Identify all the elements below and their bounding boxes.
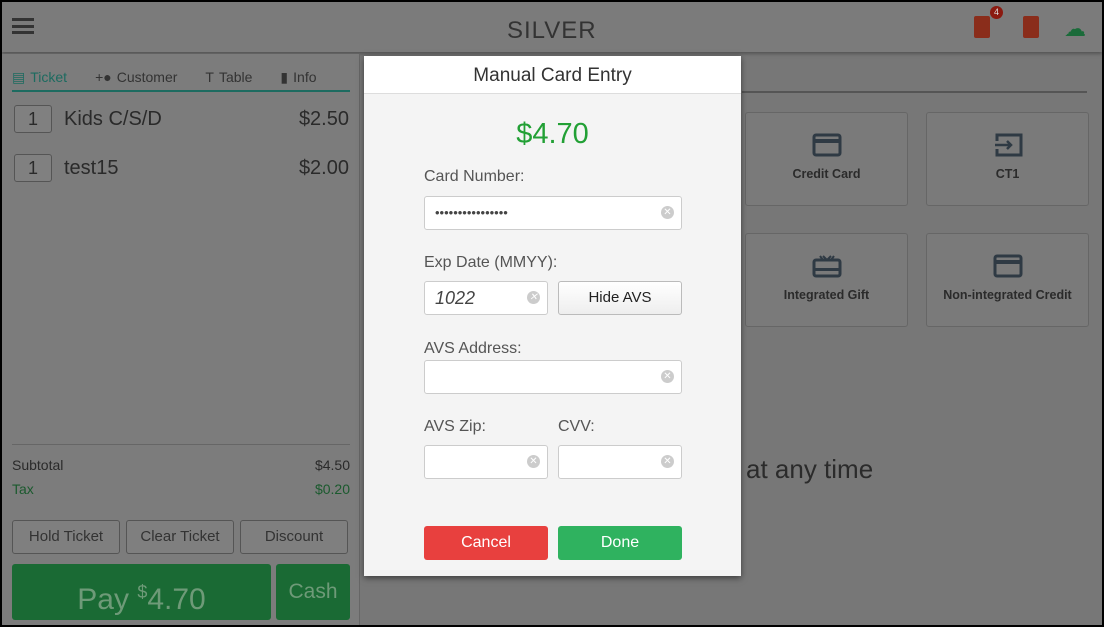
item-name: Kids C/S/D [64,107,162,130]
payment-tile-ct1[interactable]: CT1 [926,112,1089,206]
cancel-button[interactable]: Cancel [424,526,548,560]
top-bar: SILVER 4 ☁ [2,2,1102,52]
avs-address-input[interactable]: ✕ [424,360,682,394]
exp-date-label: Exp Date (MMYY): [424,254,558,271]
item-qty[interactable]: 1 [14,154,52,182]
pos-screen: SILVER 4 ☁ ▤ Ticket +● Customer T Table ▮ In… [2,2,1102,625]
avs-address-label: AVS Address: [424,340,522,357]
tab-label: Customer [116,69,178,85]
info-doc-icon: ▮ [280,68,289,85]
download-icon[interactable] [1023,16,1039,38]
cash-button[interactable]: Cash [276,564,350,620]
cvv-label: CVV: [558,418,595,435]
item-name: test15 [64,156,119,179]
tab-label: Info [293,69,317,85]
subtotal-label: Subtotal [12,457,64,473]
tab-customer[interactable]: +● Customer [95,64,177,90]
tile-label: Credit Card [792,167,861,181]
notification-badge: 4 [990,6,1003,19]
tile-label: Non-integrated Credit [943,288,1072,302]
hold-ticket-button[interactable]: Hold Ticket [12,520,120,554]
ticket-tabs: ▤ Ticket +● Customer T Table ▮ Info [12,64,350,92]
cvv-input[interactable]: ✕ [558,445,682,479]
tab-info[interactable]: ▮ Info [280,64,316,90]
clear-icon[interactable]: ✕ [527,455,540,468]
tab-table[interactable]: T Table [205,64,252,90]
discount-button[interactable]: Discount [240,520,348,554]
avs-zip-input[interactable]: ✕ [424,445,548,479]
amount-due: $4.70 [516,118,589,150]
tab-ticket[interactable]: ▤ Ticket [12,64,67,90]
manual-card-entry-dialog: Manual Card Entry $4.70 Card Number: •••… [364,56,741,576]
card-number-label: Card Number: [424,168,525,185]
payment-tile-credit-card[interactable]: Credit Card [745,112,908,206]
payment-tile-integrated-gift[interactable]: Integrated Gift [745,233,908,327]
pay-currency: $ [137,582,148,602]
tile-label: CT1 [995,167,1020,181]
pay-label: Pay [77,583,129,616]
item-qty[interactable]: 1 [14,105,52,133]
tile-label: Integrated Gift [783,288,870,302]
hide-avs-button[interactable]: Hide AVS [558,281,682,315]
clear-icon[interactable]: ✕ [661,455,674,468]
clear-icon[interactable]: ✕ [527,291,540,304]
card-reader-icon [994,133,1022,157]
tab-label: Table [218,69,253,85]
ticket-icon: ▤ [12,68,26,85]
tab-label: Ticket [30,69,68,85]
card-number-value: •••••••••••••••• [435,205,508,220]
menu-icon[interactable] [12,18,34,34]
card-number-input[interactable]: •••••••••••••••• ✕ [424,196,682,230]
add-person-icon: +● [95,69,112,85]
ticket-panel: ▤ Ticket +● Customer T Table ▮ Info 1 Kids C/… [2,54,360,625]
gift-card-icon [812,255,841,278]
totals: Subtotal $4.50 Tax $0.20 [12,444,350,505]
pay-amount: 4.70 [147,583,206,616]
dialog-title: Manual Card Entry [364,56,741,94]
credit-card-icon [812,133,841,157]
clear-ticket-button[interactable]: Clear Ticket [126,520,234,554]
item-price: $2.50 [298,107,349,130]
payment-tile-non-integrated-credit[interactable]: Non-integrated Credit [926,233,1089,327]
pay-button[interactable]: Pay $4.70 [12,564,271,620]
avs-zip-label: AVS Zip: [424,418,486,435]
tax-label: Tax [12,481,34,497]
divider [742,91,1087,93]
exp-date-input[interactable]: 1022 ✕ [424,281,548,315]
background-message: at any time [746,454,874,484]
subtotal-value: $4.50 [314,457,350,473]
item-price: $2.00 [298,156,349,179]
logo: SILVER [507,17,597,44]
exp-date-value: 1022 [435,288,476,308]
tickets-icon[interactable] [974,16,990,38]
tax-value: $0.20 [314,481,350,497]
cloud-icon[interactable]: ☁ [1064,16,1086,42]
clear-icon[interactable]: ✕ [661,370,674,383]
ticket-line-item[interactable]: 1 Kids C/S/D $2.50 [14,104,349,134]
done-button[interactable]: Done [558,526,682,560]
credit-card-icon [993,254,1022,278]
table-icon: T [205,69,214,85]
ticket-line-item[interactable]: 1 test15 $2.00 [14,153,349,183]
clear-icon[interactable]: ✕ [661,206,674,219]
